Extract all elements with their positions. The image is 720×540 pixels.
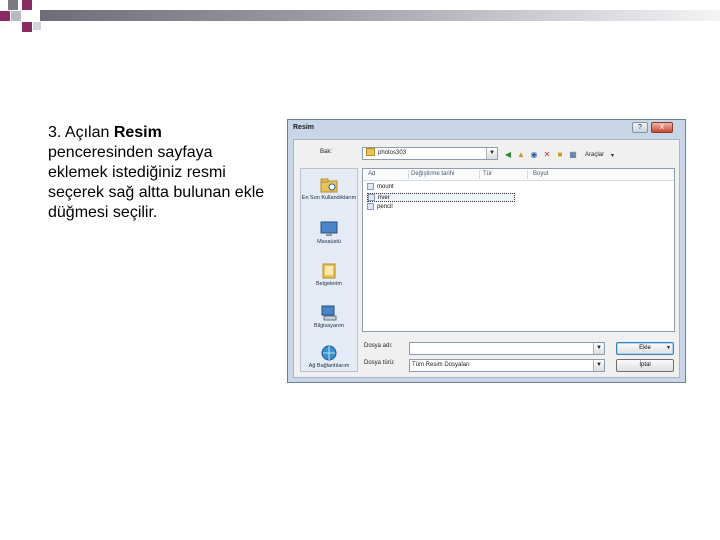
dialog-toolbar: ◀ ▲ ◉ ✕ ■ ▦ Araçlar ▾ <box>503 149 614 161</box>
column-separator <box>479 170 480 179</box>
place-label-documents: Belgelerim <box>316 281 342 287</box>
insert-button-label: Ekle <box>639 345 651 351</box>
place-computer[interactable]: Bilgisayarım <box>301 305 357 330</box>
decor-title-bar <box>40 10 720 21</box>
my-documents-icon <box>320 263 338 279</box>
up-folder-icon[interactable]: ▲ <box>516 150 526 160</box>
place-label-network: Ağ Bağlantılarım <box>308 363 350 369</box>
file-list[interactable]: Ad Değiştirme tarihi Tür Boyut mount riv… <box>362 168 675 332</box>
new-folder-icon[interactable]: ■ <box>555 150 565 160</box>
back-icon[interactable]: ◀ <box>503 150 513 160</box>
views-icon[interactable]: ▦ <box>568 150 578 160</box>
column-name[interactable]: Ad <box>368 171 375 177</box>
resim-dialog: Resim ? X Bak: photos303 ▼ ◀ ▲ ◉ ✕ ■ ▦ A… <box>287 119 686 383</box>
place-label-computer: Bilgisayarım <box>314 323 344 329</box>
place-label-desktop: Masaüstü <box>317 239 341 245</box>
column-size[interactable]: Boyut <box>533 171 548 177</box>
places-bar: En Son Kullandıklarım Masaüstü Belgeleri… <box>300 168 358 372</box>
chevron-down-icon[interactable]: ▼ <box>486 148 497 159</box>
dialog-title: Resim <box>293 124 315 131</box>
dialog-body: Bak: photos303 ▼ ◀ ▲ ◉ ✕ ■ ▦ Araçlar ▾ E… <box>293 139 680 378</box>
network-places-icon <box>320 345 338 361</box>
file-name: pencil <box>377 204 393 211</box>
decor-square-4 <box>11 11 21 21</box>
image-file-icon <box>367 203 374 210</box>
place-label-recent: En Son Kullandıklarım <box>301 195 357 201</box>
place-desktop[interactable]: Masaüstü <box>301 221 357 246</box>
file-name: river <box>378 195 390 202</box>
chevron-down-icon[interactable]: ▼ <box>666 343 671 354</box>
look-in-combo[interactable]: photos303 ▼ <box>362 147 498 160</box>
decor-square-6 <box>33 22 41 30</box>
file-type-label: Dosya türü: <box>364 360 395 366</box>
file-name-value <box>410 345 412 351</box>
look-in-value: photos303 <box>378 150 407 156</box>
caption-bold: Resim <box>113 124 162 141</box>
list-item[interactable]: mount <box>367 183 397 192</box>
decor-square-3 <box>0 11 10 21</box>
place-documents[interactable]: Belgelerim <box>301 263 357 288</box>
decor-square-5 <box>22 22 32 32</box>
desktop-icon <box>320 221 338 237</box>
file-type-value: Tüm Resim Dosyaları <box>412 362 470 368</box>
decor-square-2 <box>22 0 32 10</box>
delete-icon[interactable]: ✕ <box>542 150 552 160</box>
look-in-label: Bak: <box>320 149 333 155</box>
image-file-icon <box>367 183 374 190</box>
file-name: mount <box>377 184 394 191</box>
tools-chevron-down-icon[interactable]: ▾ <box>611 152 614 159</box>
help-button[interactable]: ? <box>632 122 648 133</box>
my-computer-icon <box>320 305 338 321</box>
folder-icon <box>366 148 375 157</box>
file-name-label: Dosya adı: <box>364 343 393 349</box>
dialog-titlebar[interactable]: Resim ? X <box>288 120 685 138</box>
caption-prefix: 3. Açılan <box>48 124 114 141</box>
file-type-select[interactable]: Tüm Resim Dosyaları ▼ <box>409 359 605 372</box>
search-web-icon[interactable]: ◉ <box>529 150 539 160</box>
column-separator <box>527 170 528 179</box>
recent-folder-icon <box>320 177 338 193</box>
column-separator <box>408 170 409 179</box>
decor-square-1 <box>8 0 18 10</box>
caption-rest: penceresinden sayfaya eklemek istediğini… <box>48 144 265 221</box>
close-button[interactable]: X <box>651 122 673 133</box>
place-network[interactable]: Ağ Bağlantılarım <box>301 345 357 370</box>
tools-menu[interactable]: Araçlar <box>585 152 604 158</box>
list-item[interactable]: pencil <box>367 203 396 212</box>
chevron-down-icon[interactable]: ▼ <box>593 360 604 371</box>
slide-caption: 3. Açılan Resim penceresinden sayfaya ek… <box>48 123 268 223</box>
column-type[interactable]: Tür <box>483 171 492 177</box>
file-list-header: Ad Değiştirme tarihi Tür Boyut <box>363 169 674 181</box>
chevron-down-icon[interactable]: ▼ <box>593 343 604 354</box>
column-modified[interactable]: Değiştirme tarihi <box>411 171 454 177</box>
place-recent[interactable]: En Son Kullandıklarım <box>301 177 357 202</box>
list-item-selected[interactable]: river <box>367 193 515 202</box>
insert-button[interactable]: Ekle ▼ <box>616 342 674 355</box>
image-file-icon <box>368 194 375 201</box>
file-name-field[interactable]: ▼ <box>409 342 605 355</box>
cancel-button[interactable]: İptal <box>616 359 674 372</box>
